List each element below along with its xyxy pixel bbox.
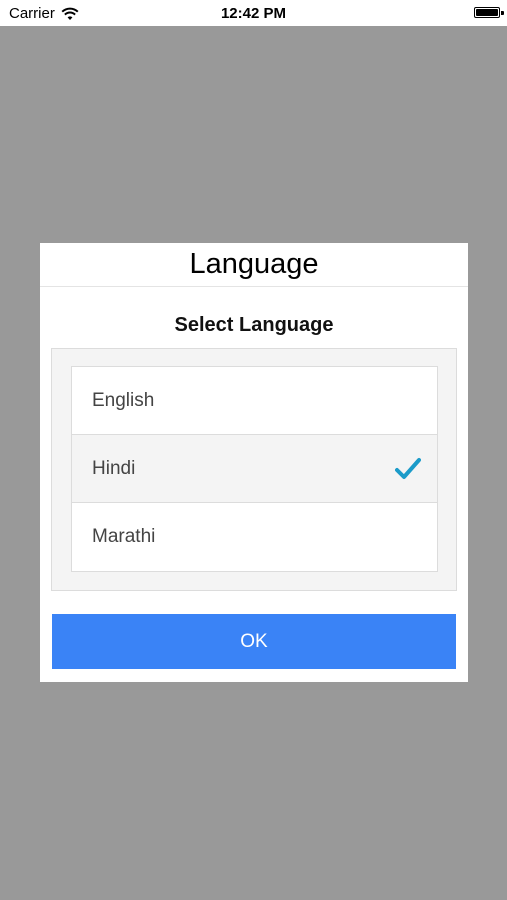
language-option-label: Marathi: [92, 526, 156, 547]
battery-icon: [474, 7, 500, 18]
battery-level: [476, 9, 498, 16]
checkmark-icon: [395, 458, 421, 479]
screen: Carrier 12:42 PM Language Select Languag…: [0, 0, 507, 900]
language-dialog: Language Select Language English Hindi M…: [40, 243, 468, 682]
language-option-marathi[interactable]: Marathi: [72, 503, 437, 571]
status-time: 12:42 PM: [220, 5, 287, 22]
language-list: English Hindi Marathi: [71, 366, 438, 572]
battery-cap: [501, 11, 504, 15]
language-option-hindi[interactable]: Hindi: [72, 435, 437, 503]
language-option-label: Hindi: [92, 458, 136, 479]
language-option-english[interactable]: English: [72, 367, 437, 435]
dialog-subtitle: Select Language: [174, 314, 334, 336]
dialog-title: Language: [40, 243, 468, 287]
ok-button[interactable]: OK: [52, 614, 456, 669]
language-list-frame: English Hindi Marathi: [51, 348, 457, 591]
language-option-label: English: [92, 390, 155, 411]
status-bar: Carrier 12:42 PM: [0, 0, 507, 26]
